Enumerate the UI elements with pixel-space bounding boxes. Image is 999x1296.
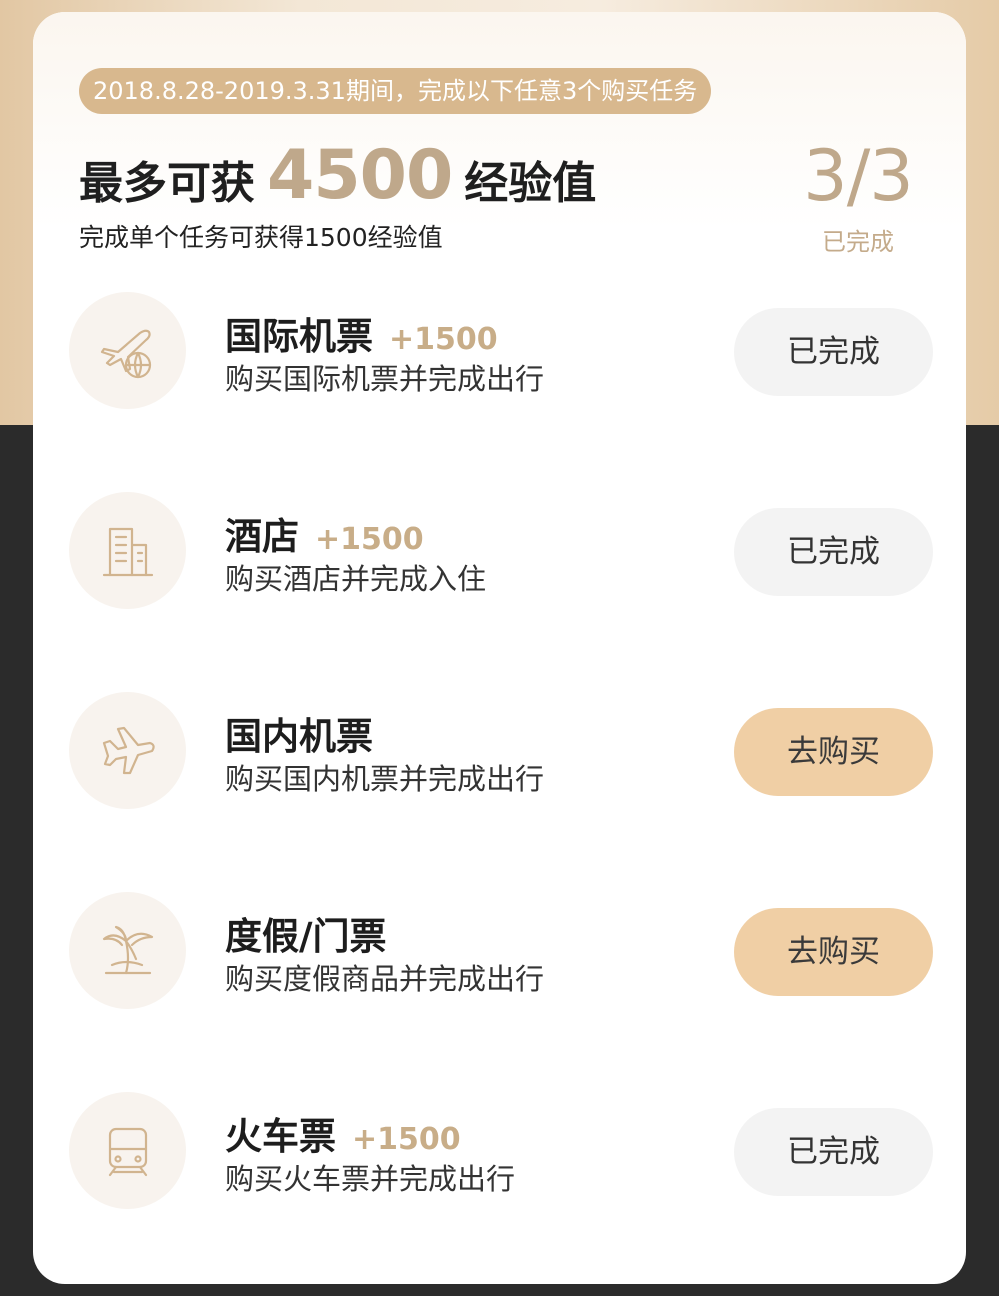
headline: 最多可获 4500 经验值 <box>79 136 596 216</box>
headline-suffix: 经验值 <box>464 158 597 209</box>
palm-tree-icon <box>102 925 153 974</box>
headline-value: 4500 <box>267 136 453 215</box>
task-points: +1500 <box>389 322 498 357</box>
task-title-text: 火车票 <box>225 1115 336 1158</box>
period-badge: 2018.8.28-2019.3.31期间，完成以下任意3个购买任务 <box>79 68 712 114</box>
task-icon-circle <box>69 292 186 409</box>
task-points: +1500 <box>315 522 424 557</box>
task-title-text: 度假/门票 <box>225 915 387 958</box>
task-item-domestic-flight: 国内机票 购买国内机票并完成出行 去购买 <box>33 692 966 812</box>
task-title-text: 酒店 <box>225 515 299 558</box>
task-icon-circle <box>69 692 186 809</box>
task-desc: 购买火车票并完成出行 <box>225 1162 516 1196</box>
progress-value: 3/3 <box>803 135 914 217</box>
task-item-vacation-tickets: 度假/门票 购买度假商品并完成出行 去购买 <box>33 892 966 1012</box>
plane-globe-icon <box>100 329 151 378</box>
headline-prefix: 最多可获 <box>79 158 255 209</box>
task-title: 酒店 +1500 <box>225 506 424 560</box>
task-icon-circle <box>69 1092 186 1209</box>
train-icon <box>108 1127 147 1176</box>
task-title-text: 国际机票 <box>225 315 373 358</box>
task-done-button[interactable]: 已完成 <box>734 508 933 596</box>
task-title: 度假/门票 <box>225 906 403 960</box>
task-icon-circle <box>69 492 186 609</box>
task-points: +1500 <box>352 1122 461 1157</box>
subline: 完成单个任务可获得1500经验值 <box>79 223 443 252</box>
task-desc: 购买度假商品并完成出行 <box>225 962 545 996</box>
buy-button[interactable]: 去购买 <box>734 708 933 796</box>
task-done-button[interactable]: 已完成 <box>734 308 933 396</box>
task-item-train-ticket: 火车票 +1500 购买火车票并完成出行 已完成 <box>33 1092 966 1212</box>
plane-icon <box>102 726 155 774</box>
task-title: 国际机票 +1500 <box>225 306 498 360</box>
task-icon-circle <box>69 892 186 1009</box>
task-title-text: 国内机票 <box>225 715 373 758</box>
task-done-button[interactable]: 已完成 <box>734 1108 933 1196</box>
task-item-international-flight: 国际机票 +1500 购买国际机票并完成出行 已完成 <box>33 292 966 412</box>
buy-button[interactable]: 去购买 <box>734 908 933 996</box>
progress-label: 已完成 <box>822 228 894 256</box>
task-desc: 购买国际机票并完成出行 <box>225 362 545 396</box>
building-icon <box>102 527 153 576</box>
task-item-hotel: 酒店 +1500 购买酒店并完成入住 已完成 <box>33 492 966 612</box>
task-card: 2018.8.28-2019.3.31期间，完成以下任意3个购买任务 最多可获 … <box>33 12 966 1284</box>
task-desc: 购买国内机票并完成出行 <box>225 762 545 796</box>
task-title: 国内机票 <box>225 706 389 760</box>
progress-counter: 3/3 已完成 <box>778 140 938 257</box>
task-desc: 购买酒店并完成入住 <box>225 562 487 596</box>
task-title: 火车票 +1500 <box>225 1106 461 1160</box>
